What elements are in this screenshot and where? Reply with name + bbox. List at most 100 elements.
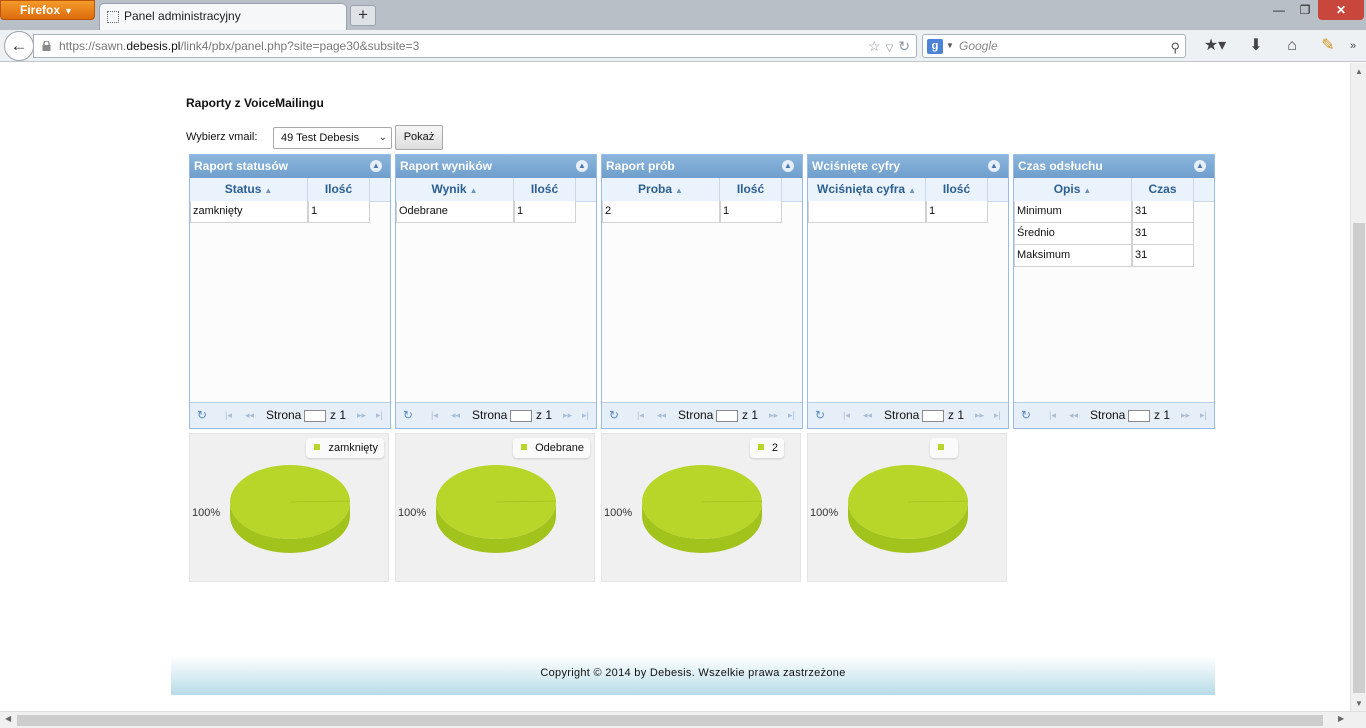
pie-slice-label: 100% [192,507,221,519]
last-page-icon[interactable]: ▸| [376,403,383,428]
last-page-icon[interactable]: ▸| [1200,403,1207,428]
column-header[interactable]: Ilość [720,178,782,201]
column-header[interactable]: Ilość [308,178,370,201]
collapse-icon[interactable]: ▲ [988,160,1000,172]
refresh-icon[interactable]: ↻ [815,403,825,428]
prev-page-icon[interactable]: ◂◂ [863,403,872,428]
maximize-icon[interactable]: ❐ [1292,0,1318,20]
search-engine-dropdown-icon[interactable]: ▼ [946,35,954,57]
first-page-icon[interactable]: |◂ [843,403,850,428]
overflow-menu-icon[interactable]: » [1344,34,1362,58]
first-page-icon[interactable]: |◂ [637,403,644,428]
search-bar[interactable]: g ▼ Google ⚲ [922,34,1186,58]
refresh-icon[interactable]: ↻ [197,403,207,428]
home-icon[interactable]: ⌂ [1280,34,1304,58]
refresh-icon[interactable]: ↻ [609,403,619,428]
column-header-sortable[interactable]: Opis ▲ [1014,178,1132,201]
next-page-icon[interactable]: ▸▸ [563,403,572,428]
pie-legend[interactable]: Odebrane [513,438,590,458]
next-page-icon[interactable]: ▸▸ [769,403,778,428]
sort-asc-icon: ▲ [1083,186,1092,195]
last-page-icon[interactable]: ▸| [994,403,1001,428]
column-header-sortable[interactable]: Wciśnięta cyfra ▲ [808,178,926,201]
url-bar[interactable]: https://sawn.debesis.pl/link4/pbx/panel.… [33,34,917,58]
back-button[interactable]: ← [4,31,34,61]
firefox-menu-button[interactable]: Firefox ▼ [0,0,95,20]
grid-header: Raport wyników ▲ [396,155,596,178]
last-page-icon[interactable]: ▸| [788,403,795,428]
search-icon[interactable]: ⚲ [1170,37,1180,59]
vmail-select[interactable]: 49 Test Debesis ⌄ [273,127,392,149]
new-tab-button[interactable]: + [350,5,376,26]
lock-icon [42,41,51,51]
table-cell: 1 [720,201,782,223]
scroll-right-icon[interactable]: ▶ [1338,714,1344,723]
column-header[interactable]: Ilość [926,178,988,201]
pie-legend[interactable]: 2 [749,438,784,458]
next-page-icon[interactable]: ▸▸ [1181,403,1190,428]
page-number-input[interactable] [1128,410,1150,422]
prev-page-icon[interactable]: ◂◂ [1069,403,1078,428]
page-label: Strona [884,408,920,422]
page-number-input[interactable] [510,410,532,422]
page-count-label: z 1 [330,408,347,422]
collapse-icon[interactable]: ▲ [1194,160,1206,172]
show-button[interactable]: Pokaż [395,125,443,150]
column-header[interactable]: Czas [1132,178,1194,201]
column-header-sortable[interactable]: Status ▲ [190,178,308,201]
page-number-input[interactable] [304,410,326,422]
first-page-icon[interactable]: |◂ [1049,403,1056,428]
collapse-icon[interactable]: ▲ [576,160,588,172]
downloads-icon[interactable]: ⬇ [1244,34,1268,58]
vertical-scrollbar[interactable]: ▲ ▼ [1350,63,1366,713]
page-label: Strona [1090,408,1126,422]
refresh-icon[interactable]: ↻ [403,403,413,428]
close-icon[interactable]: ✕ [1318,0,1364,20]
collapse-icon[interactable]: ▲ [782,160,794,172]
next-page-icon[interactable]: ▸▸ [975,403,984,428]
pie-legend[interactable]: zamknięty [306,438,384,458]
page-label: Strona [266,408,302,422]
last-page-icon[interactable]: ▸| [582,403,589,428]
grid-pager: ↻ |◂ ◂◂ Strona z 1 ▸▸ ▸| [1014,402,1214,428]
minimize-icon[interactable]: — [1266,0,1292,20]
prev-page-icon[interactable]: ◂◂ [451,403,460,428]
horizontal-scrollbar[interactable]: ◀ ▶ [0,711,1366,728]
vertical-scroll-thumb[interactable] [1353,223,1365,693]
page-number-input[interactable] [716,410,738,422]
first-page-icon[interactable]: |◂ [225,403,232,428]
reload-icon[interactable]: ↻ [898,38,910,54]
bookmarks-menu-icon[interactable]: ★▾ [1198,34,1232,58]
column-header-sortable[interactable]: Proba ▲ [602,178,720,201]
scroll-left-icon[interactable]: ◀ [5,714,11,723]
back-arrow-icon: ← [10,36,28,55]
table-cell: 2 [602,201,720,223]
url-history-dropdown-icon[interactable]: ▽ [886,43,894,54]
first-page-icon[interactable]: |◂ [431,403,438,428]
next-page-icon[interactable]: ▸▸ [357,403,366,428]
prev-page-icon[interactable]: ◂◂ [245,403,254,428]
page-number-input[interactable] [922,410,944,422]
page-label: Strona [678,408,714,422]
column-header-sortable[interactable]: Wynik ▲ [396,178,514,201]
grid-header: Raport prób ▲ [602,155,802,178]
url-host: debesis.pl [126,39,181,53]
google-icon[interactable]: g [927,39,943,54]
prev-page-icon[interactable]: ◂◂ [657,403,666,428]
scroll-down-icon[interactable]: ▼ [1351,699,1366,708]
table-cell: 1 [514,201,576,223]
tab-panel-administracyjny[interactable]: Panel administracyjny [99,3,347,30]
pie-slice-label: 100% [810,507,839,519]
grid-title: Raport statusów [194,159,289,173]
page-label: Strona [472,408,508,422]
pie-legend[interactable] [930,438,958,458]
refresh-icon[interactable]: ↻ [1021,403,1031,428]
addon-icon[interactable]: ✎ [1316,34,1340,58]
horizontal-scroll-thumb[interactable] [17,715,1323,726]
legend-label: Odebrane [535,442,584,454]
scroll-up-icon[interactable]: ▲ [1351,67,1366,76]
column-header[interactable]: Ilość [514,178,576,201]
collapse-icon[interactable]: ▲ [370,160,382,172]
bookmark-star-icon[interactable]: ☆ [868,38,881,54]
grid-pager: ↻ |◂ ◂◂ Strona z 1 ▸▸ ▸| [808,402,1008,428]
